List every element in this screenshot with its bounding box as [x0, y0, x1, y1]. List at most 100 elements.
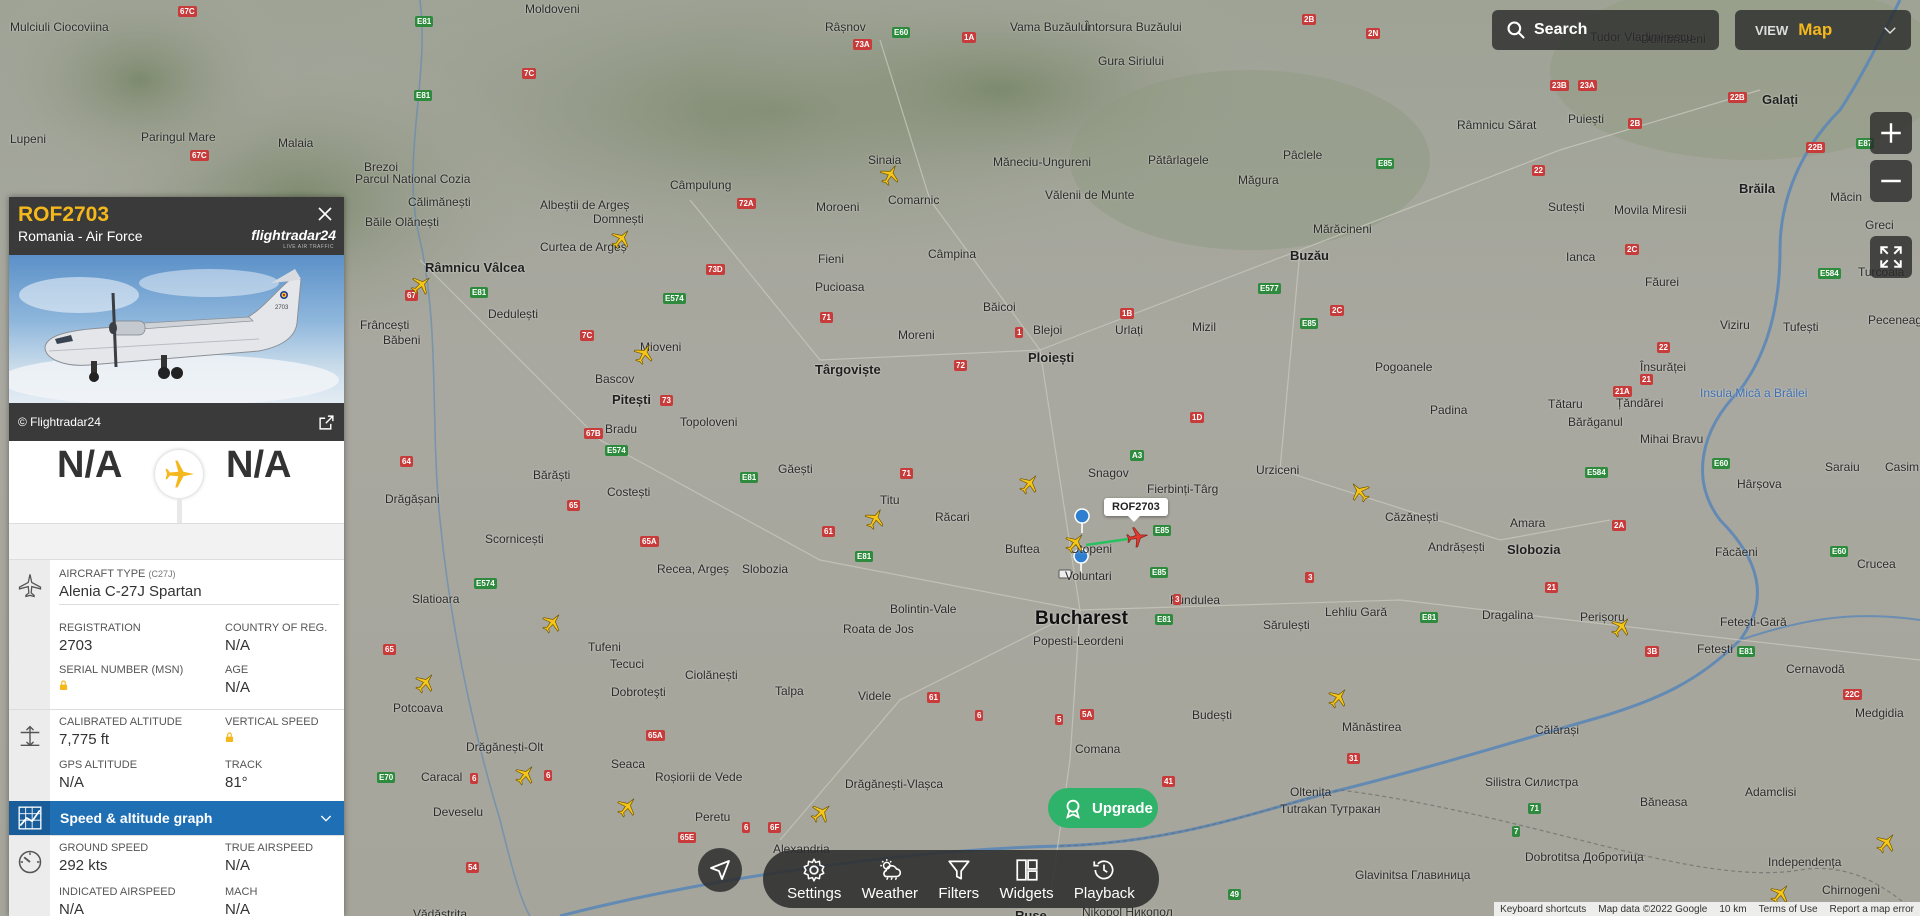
map-place-label: Comarnic — [888, 193, 940, 207]
aircraft-icon[interactable] — [512, 762, 538, 788]
aircraft-icon[interactable] — [614, 794, 640, 820]
widgets-button[interactable]: Widgets — [999, 857, 1054, 902]
map-place-label: Tufești — [1783, 320, 1819, 334]
map-place-label: Făcăeni — [1715, 545, 1758, 559]
settings-button[interactable]: Settings — [787, 857, 841, 902]
map-place-label: Glavinitsa Главиница — [1355, 868, 1471, 882]
map-place-label: Vălenii de Munte — [1045, 188, 1135, 202]
locate-me-button[interactable] — [698, 848, 742, 892]
search-button[interactable]: Search — [1492, 10, 1719, 50]
aircraft-icon[interactable] — [631, 341, 657, 367]
map-place-label: Tecuci — [610, 657, 645, 671]
age-value: N/A — [225, 679, 251, 696]
close-icon[interactable] — [316, 205, 334, 223]
aircraft-icon[interactable] — [1608, 614, 1634, 640]
external-link-icon[interactable] — [318, 414, 335, 431]
aircraft-icon[interactable] — [808, 800, 834, 826]
road-shield: E85 — [1150, 567, 1169, 578]
speed-altitude-graph-toggle[interactable]: Speed & altitude graph — [9, 801, 344, 835]
road-shield: 72A — [737, 198, 756, 209]
widgets-icon — [1015, 858, 1038, 881]
mach-value: N/A — [225, 901, 251, 916]
destination-code[interactable]: N/A — [226, 444, 291, 487]
map-place-label: Dobrotitsa Добротица — [1525, 850, 1644, 864]
aircraft-icon[interactable] — [608, 226, 634, 252]
road-shield: E584 — [1585, 467, 1608, 478]
aircraft-icon[interactable] — [412, 670, 438, 696]
map-place-label: Talpa — [775, 684, 804, 698]
road-shield: 6 — [470, 773, 479, 784]
road-shield: 2B — [1628, 118, 1643, 129]
road-shield: 1B — [1120, 308, 1135, 319]
map-place-label: Dragalina — [1482, 608, 1534, 622]
lock-icon[interactable] — [225, 732, 234, 743]
map-place-label: Paringul Mare — [141, 130, 216, 144]
report-error-link[interactable]: Report a map error — [1824, 904, 1920, 915]
road-shield: 2C — [1625, 244, 1640, 255]
terms-link[interactable]: Terms of Use — [1753, 904, 1824, 915]
map-place-label: Băneasa — [1640, 795, 1688, 809]
road-shield: 64 — [400, 456, 413, 467]
road-shield: E81 — [740, 472, 759, 483]
aircraft-icon[interactable] — [862, 506, 888, 532]
map-place-label: Pâclele — [1283, 148, 1323, 162]
weather-button[interactable]: Weather — [862, 857, 918, 902]
map-place-label: Popesti-Leordeni — [1033, 634, 1124, 648]
aircraft-section-icon — [9, 560, 50, 709]
aircraft-photo[interactable]: 2703 — [9, 255, 344, 403]
upgrade-button[interactable]: Upgrade — [1048, 788, 1158, 828]
map-place-label: Brăila — [1739, 181, 1776, 196]
fullscreen-button[interactable] — [1870, 236, 1912, 278]
road-shield: 65E — [678, 832, 697, 843]
map-place-label: Călărași — [1535, 723, 1580, 737]
keyboard-shortcuts-link[interactable]: Keyboard shortcuts — [1494, 904, 1592, 915]
aircraft-icon[interactable] — [1873, 830, 1899, 856]
true-airspeed-label: TRUE AIRSPEED — [225, 842, 314, 854]
road-shield: E81 — [1420, 612, 1439, 623]
playback-button[interactable]: Playback — [1074, 857, 1135, 902]
navigation-arrow-icon — [710, 860, 730, 880]
map-place-label: Peretu — [695, 810, 731, 824]
aircraft-icon[interactable] — [877, 162, 903, 188]
country-value: N/A — [225, 637, 251, 654]
map-place-label: Amara — [1510, 516, 1546, 530]
aircraft-callout[interactable]: ROF2703 — [1104, 498, 1168, 522]
map-place-label: Fierbinți-Târg — [1147, 482, 1219, 496]
map-place-label: Seaca — [611, 757, 646, 771]
map-place-label: Roșiorii de Vede — [655, 770, 743, 784]
map-place-label: Râmnicu Vâlcea — [425, 260, 525, 275]
lock-icon[interactable] — [59, 680, 68, 691]
vertical-speed-label: VERTICAL SPEED — [225, 716, 319, 728]
aircraft-icon[interactable] — [1016, 471, 1042, 497]
map-place-label: Insula Mică a Brăilei — [1700, 386, 1808, 400]
map-place-label: Mihai Bravu — [1640, 432, 1704, 446]
road-shield: E60 — [892, 27, 911, 38]
road-shield: 72 — [954, 360, 967, 371]
aircraft-icon[interactable] — [1325, 685, 1351, 711]
aircraft-icon[interactable] — [408, 272, 434, 298]
map-place-label: Drăgășani — [385, 492, 440, 506]
selected-aircraft-icon[interactable] — [1124, 524, 1150, 550]
road-shield: 6 — [975, 710, 984, 721]
view-selector[interactable]: VIEW Map — [1735, 10, 1911, 50]
map-place-label: Ianca — [1566, 250, 1596, 264]
speed-section-icon — [9, 836, 50, 916]
origin-code[interactable]: N/A — [57, 444, 122, 487]
map-place-label: Vama Buzăului — [1010, 20, 1090, 34]
road-shield: 3 — [1173, 594, 1182, 605]
map-place-label: Întorsura Buzăului — [1085, 20, 1182, 34]
zoom-in-button[interactable] — [1870, 112, 1912, 154]
road-shield: 23A — [1578, 80, 1597, 91]
aircraft-type-value: Alenia C-27J Spartan — [59, 583, 202, 600]
road-shield: E81 — [470, 287, 489, 298]
true-airspeed-value: N/A — [225, 857, 251, 874]
aircraft-icon[interactable] — [1062, 530, 1088, 556]
aircraft-icon[interactable] — [539, 610, 565, 636]
filters-button[interactable]: Filters — [938, 857, 979, 902]
zoom-out-button[interactable] — [1870, 160, 1912, 202]
map-place-label: Bolintin-Vale — [890, 602, 957, 616]
route-divider — [177, 499, 182, 523]
search-label: Search — [1534, 21, 1588, 38]
map-place-label: Silistra Силистра — [1485, 775, 1579, 789]
aircraft-icon[interactable] — [1347, 479, 1373, 505]
